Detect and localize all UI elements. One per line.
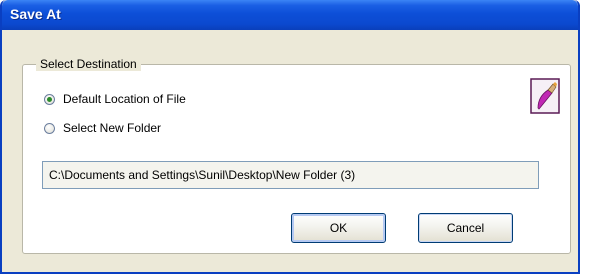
- ok-button[interactable]: OK: [291, 213, 386, 243]
- title-bar[interactable]: Save At: [2, 0, 578, 30]
- radio-label-default-location: Default Location of File: [63, 92, 186, 106]
- group-legend: Select Destination: [36, 57, 141, 71]
- radio-button-checked[interactable]: [44, 93, 55, 105]
- paint-brush-icon: [530, 78, 560, 114]
- destination-path-field[interactable]: [42, 161, 539, 189]
- radio-default-location[interactable]: Default Location of File: [44, 92, 186, 106]
- radio-button-unchecked[interactable]: [44, 122, 55, 134]
- cancel-button[interactable]: Cancel: [418, 213, 513, 243]
- window-title: Save At: [10, 6, 61, 22]
- radio-label-select-new-folder: Select New Folder: [63, 121, 162, 135]
- radio-select-new-folder[interactable]: Select New Folder: [44, 121, 161, 135]
